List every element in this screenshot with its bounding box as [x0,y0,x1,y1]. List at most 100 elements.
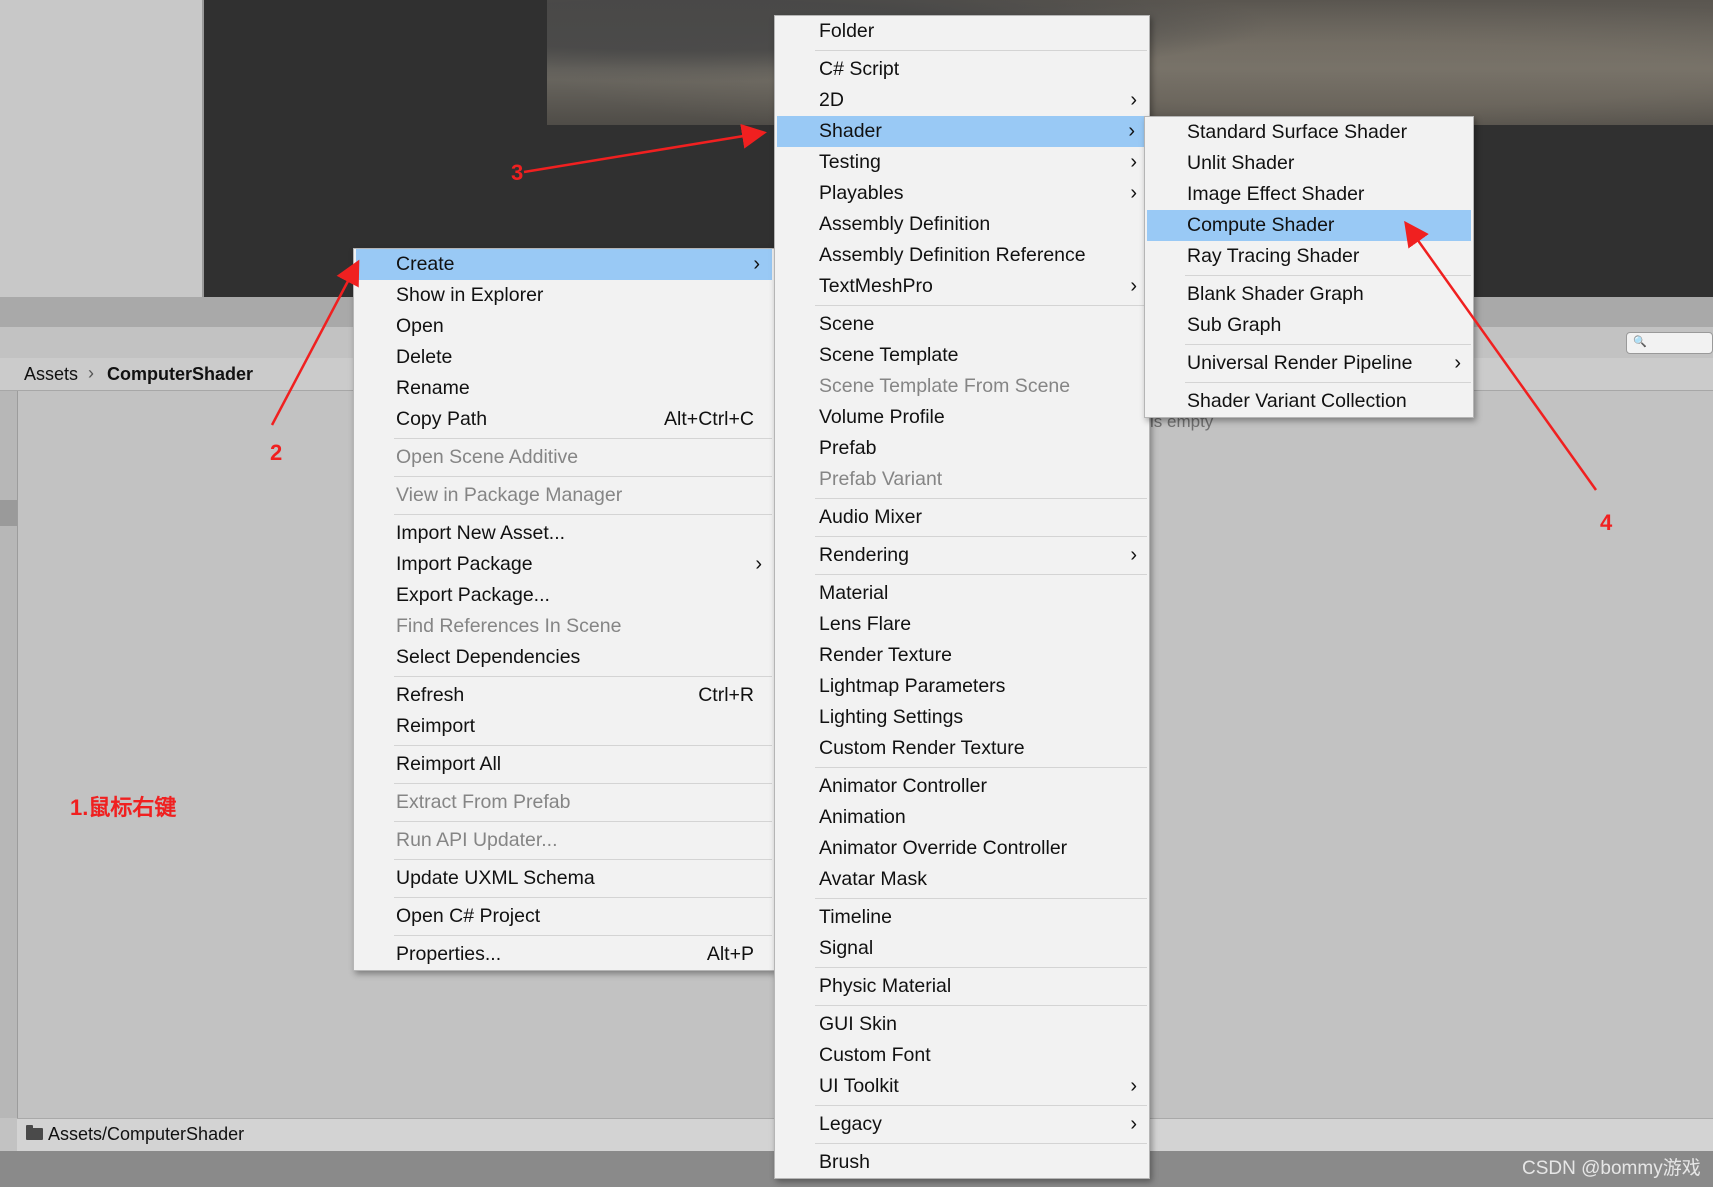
menu-item-lighting-settings[interactable]: Lighting Settings [775,702,1149,733]
menu-item-label: Avatar Mask [819,868,928,890]
menu-item-legacy[interactable]: Legacy › [775,1109,1149,1140]
menu-item-create[interactable]: Create › [356,249,772,280]
menu-item-animator-controller[interactable]: Animator Controller [775,771,1149,802]
menu-item-import-package[interactable]: Import Package › [354,549,774,580]
menu-item-label: Brush [819,1151,870,1173]
menu-item-render-texture[interactable]: Render Texture [775,640,1149,671]
menu-item-testing[interactable]: Testing › [775,147,1149,178]
menu-separator [1185,275,1471,276]
menu-item-prefab[interactable]: Prefab [775,433,1149,464]
menu-item-label: Rename [396,377,470,399]
menu-item-show-in-explorer[interactable]: Show in Explorer [354,280,774,311]
menu-item-ui-toolkit[interactable]: UI Toolkit › [775,1071,1149,1102]
menu-item-scene-template[interactable]: Scene Template [775,340,1149,371]
menu-item-properties[interactable]: Properties... Alt+P [354,939,774,970]
menu-separator [394,438,772,439]
menu-item-open-c-project[interactable]: Open C# Project [354,901,774,932]
menu-item-shader-variant-collection[interactable]: Shader Variant Collection [1145,386,1473,417]
menu-item-reimport[interactable]: Reimport [354,711,774,742]
menu-item-delete[interactable]: Delete [354,342,774,373]
menu-separator [1185,344,1471,345]
menu-item-extract-from-prefab: Extract From Prefab [354,787,774,818]
menu-item-volume-profile[interactable]: Volume Profile [775,402,1149,433]
menu-item-label: Universal Render Pipeline [1187,352,1413,374]
menu-separator [394,745,772,746]
menu-item-blank-shader-graph[interactable]: Blank Shader Graph [1145,279,1473,310]
menu-separator [394,897,772,898]
menu-item-label: Run API Updater... [396,829,558,851]
menu-item-label: GUI Skin [819,1013,898,1035]
menu-item-label: Create [396,253,455,275]
menu-item-material[interactable]: Material [775,578,1149,609]
menu-item-textmeshpro[interactable]: TextMeshPro › [775,271,1149,302]
breadcrumb-root[interactable]: Assets [24,364,78,385]
menu-item-label: Open [396,315,444,337]
menu-item-label: Playables [819,182,904,204]
menu-item-signal[interactable]: Signal [775,933,1149,964]
menu-item-animator-override-controller[interactable]: Animator Override Controller [775,833,1149,864]
menu-item-label: Rendering [819,544,909,566]
menu-item-custom-render-texture[interactable]: Custom Render Texture [775,733,1149,764]
menu-item-timeline[interactable]: Timeline [775,902,1149,933]
menu-item-label: Legacy [819,1113,882,1135]
menu-item-playables[interactable]: Playables › [775,178,1149,209]
menu-separator [394,514,772,515]
menu-separator [394,935,772,936]
hierarchy-panel [0,0,204,297]
menu-item-lightmap-parameters[interactable]: Lightmap Parameters [775,671,1149,702]
menu-item-rename[interactable]: Rename [354,373,774,404]
menu-item-export-package[interactable]: Export Package... [354,580,774,611]
menu-item-rendering[interactable]: Rendering › [775,540,1149,571]
menu-item-sub-graph[interactable]: Sub Graph [1145,310,1473,341]
menu-item-label: Custom Render Texture [819,737,1025,759]
menu-item-label: Select Dependencies [396,646,581,668]
menu-item-shader[interactable]: Shader › [777,116,1147,147]
menu-item-select-dependencies[interactable]: Select Dependencies [354,642,774,673]
menu-item-custom-font[interactable]: Custom Font [775,1040,1149,1071]
menu-item-label: Import New Asset... [396,522,566,544]
menu-item-open-scene-additive: Open Scene Additive [354,442,774,473]
menu-item-label: Update UXML Schema [396,867,595,889]
menu-item-lens-flare[interactable]: Lens Flare [775,609,1149,640]
menu-item-label: UI Toolkit [819,1075,899,1097]
menu-separator [815,536,1147,537]
menu-item-audio-mixer[interactable]: Audio Mixer [775,502,1149,533]
menu-item-update-uxml-schema[interactable]: Update UXML Schema [354,863,774,894]
breadcrumb-current[interactable]: ComputerShader [107,364,253,385]
menu-item-brush[interactable]: Brush [775,1147,1149,1178]
menu-item-reimport-all[interactable]: Reimport All [354,749,774,780]
menu-item-compute-shader[interactable]: Compute Shader [1147,210,1471,241]
menu-item-2d[interactable]: 2D › [775,85,1149,116]
menu-item-label: Folder [819,20,875,42]
menu-separator [815,498,1147,499]
menu-item-assembly-definition-reference[interactable]: Assembly Definition Reference [775,240,1149,271]
menu-item-c-script[interactable]: C# Script [775,54,1149,85]
menu-item-folder[interactable]: Folder [775,16,1149,47]
watermark: CSDN @bommy游戏 [1522,1158,1701,1179]
menu-item-universal-render-pipeline[interactable]: Universal Render Pipeline › [1145,348,1473,379]
menu-item-avatar-mask[interactable]: Avatar Mask [775,864,1149,895]
submenu-arrow-icon: › [755,553,762,575]
menu-item-label: Lightmap Parameters [819,675,1006,697]
menu-item-ray-tracing-shader[interactable]: Ray Tracing Shader [1145,241,1473,272]
menu-item-standard-surface-shader[interactable]: Standard Surface Shader [1145,117,1473,148]
menu-item-label: Sub Graph [1187,314,1282,336]
menu-separator [394,676,772,677]
menu-item-assembly-definition[interactable]: Assembly Definition [775,209,1149,240]
annotation-4: 4 [1600,510,1613,535]
menu-item-animation[interactable]: Animation [775,802,1149,833]
menu-item-unlit-shader[interactable]: Unlit Shader [1145,148,1473,179]
submenu-arrow-icon: › [1128,120,1135,142]
menu-separator [815,967,1147,968]
folder-tree-selection[interactable] [0,500,17,526]
menu-item-physic-material[interactable]: Physic Material [775,971,1149,1002]
menu-item-import-new-asset[interactable]: Import New Asset... [354,518,774,549]
menu-item-copy-path[interactable]: Copy Path Alt+Ctrl+C [354,404,774,435]
menu-item-find-references-in-scene: Find References In Scene [354,611,774,642]
menu-item-scene[interactable]: Scene [775,309,1149,340]
menu-item-refresh[interactable]: Refresh Ctrl+R [354,680,774,711]
menu-item-open[interactable]: Open [354,311,774,342]
menu-item-gui-skin[interactable]: GUI Skin [775,1009,1149,1040]
search-icon: 🔍 [1633,336,1647,348]
menu-item-image-effect-shader[interactable]: Image Effect Shader [1145,179,1473,210]
